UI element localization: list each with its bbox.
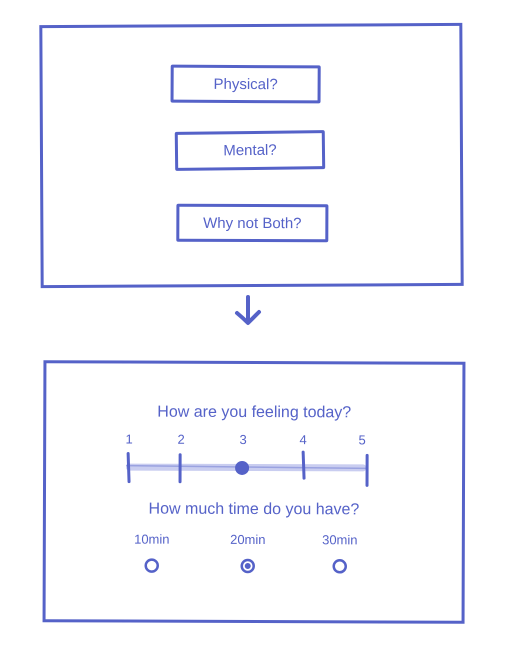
activity-type-panel: Physical? Mental? Why not Both? [39, 22, 464, 289]
feeling-slider[interactable] [46, 443, 466, 490]
radio-10min[interactable] [143, 557, 161, 575]
preferences-panel: How are you feeling today? 1 2 3 4 5 How… [42, 360, 466, 624]
time-question: How much time do you have? [148, 500, 360, 519]
mental-button[interactable]: Mental? [174, 130, 326, 171]
feeling-question: How are you feeling today? [157, 403, 352, 422]
physical-button[interactable]: Physical? [170, 64, 321, 104]
slider-tick-4 [301, 450, 306, 480]
arrow-down-icon [235, 295, 261, 325]
slider-thumb [235, 460, 250, 475]
time-label-10min: 10min [134, 531, 170, 547]
radio-30min[interactable] [331, 557, 349, 575]
time-label-20min: 20min [230, 531, 266, 548]
slider-tick-1 [126, 452, 131, 484]
time-label-30min: 30min [322, 532, 358, 548]
radio-20min[interactable] [239, 557, 257, 575]
both-button[interactable]: Why not Both? [176, 203, 329, 243]
